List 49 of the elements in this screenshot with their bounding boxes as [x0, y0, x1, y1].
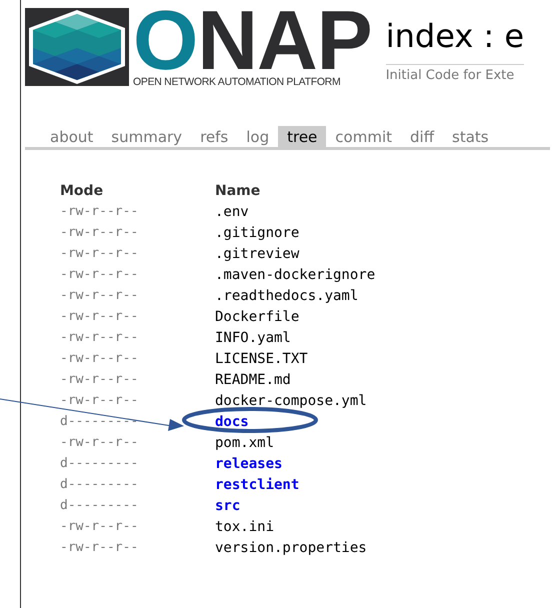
- file-link[interactable]: INFO.yaml: [215, 330, 291, 346]
- nav-tab[interactable]: log: [237, 126, 278, 147]
- logo-tagline: OPEN NETWORK AUTOMATION PLATFORM: [133, 76, 342, 88]
- file-mode: -rw-r--r--: [60, 225, 140, 240]
- hexagon-logo-icon: [25, 8, 129, 86]
- file-mode: -rw-r--r--: [60, 288, 140, 303]
- nav-tab[interactable]: about: [41, 126, 102, 147]
- file-link[interactable]: README.md: [215, 372, 291, 388]
- repo-description: Initial Code for Exte: [386, 64, 524, 83]
- file-link[interactable]: tox.ini: [215, 518, 274, 534]
- nav-tab[interactable]: summary: [102, 126, 192, 147]
- file-link[interactable]: .maven-dockerignore: [215, 266, 376, 282]
- column-header: Name: [215, 182, 260, 198]
- column-header: Mode: [60, 182, 104, 198]
- file-mode: -rw-r--r--: [60, 267, 140, 282]
- file-mode: -rw-r--r--: [60, 519, 140, 534]
- file-link[interactable]: LICENSE.TXT: [215, 350, 308, 366]
- file-link[interactable]: .gitreview: [215, 246, 300, 262]
- file-mode: -rw-r--r--: [60, 309, 140, 324]
- file-mode: -rw-r--r--: [60, 372, 140, 387]
- nav-tab[interactable]: diff: [401, 126, 444, 147]
- file-mode: -rw-r--r--: [60, 246, 140, 261]
- logo-wordmark: ONAP: [133, 8, 372, 72]
- file-mode: -rw-r--r--: [60, 393, 140, 408]
- repo-title: index : e: [386, 16, 524, 57]
- file-mode: -rw-r--r--: [60, 351, 140, 366]
- file-mode: -rw-r--r--: [60, 330, 140, 345]
- file-mode: -rw-r--r--: [60, 540, 140, 555]
- file-link[interactable]: Dockerfile: [215, 308, 300, 324]
- file-mode: d---------: [60, 498, 140, 513]
- nav-tab[interactable]: tree: [278, 126, 326, 147]
- file-link[interactable]: pom.xml: [215, 434, 274, 450]
- file-link[interactable]: .env: [215, 204, 249, 220]
- file-mode: -rw-r--r--: [60, 435, 140, 450]
- file-mode: d---------: [60, 414, 140, 429]
- nav-tab[interactable]: stats: [443, 126, 498, 147]
- nav-tab[interactable]: commit: [326, 126, 401, 147]
- file-mode: -rw-r--r--: [60, 204, 140, 219]
- nav-tab[interactable]: refs: [191, 126, 238, 147]
- file-link[interactable]: docker-compose.yml: [215, 392, 367, 408]
- file-link[interactable]: .gitignore: [215, 224, 300, 240]
- directory-link[interactable]: releases: [215, 456, 282, 472]
- directory-link[interactable]: restclient: [215, 476, 300, 492]
- file-mode: d---------: [60, 456, 140, 471]
- file-link[interactable]: .readthedocs.yaml: [215, 288, 358, 304]
- directory-link[interactable]: src: [215, 498, 240, 514]
- directory-link[interactable]: docs: [215, 414, 249, 430]
- file-link[interactable]: version.properties: [215, 540, 367, 556]
- file-mode: d---------: [60, 477, 140, 492]
